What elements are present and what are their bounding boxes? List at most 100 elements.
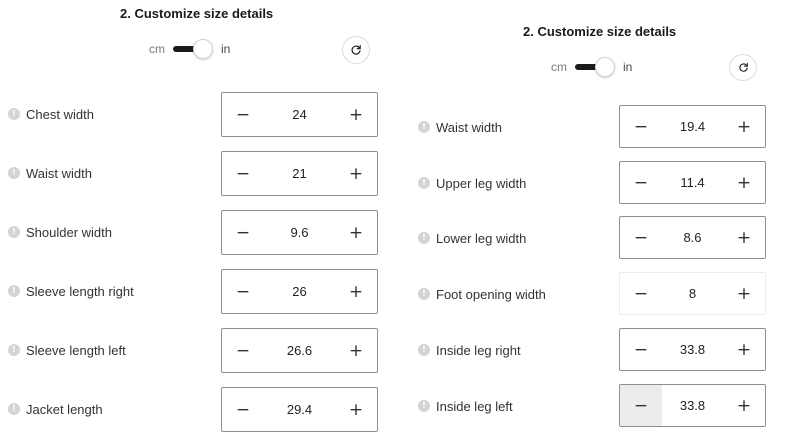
unit-in-label: in (221, 42, 231, 56)
field-label: Foot opening width (436, 287, 546, 302)
field-label: Upper leg width (436, 176, 527, 191)
info-icon[interactable]: ! (8, 167, 20, 179)
field-row-jacket-length: ! Jacket length − 29.4 + (0, 387, 390, 432)
decrement-button[interactable]: − (222, 152, 264, 195)
section-title: 2. Customize size details (523, 24, 677, 39)
decrement-button[interactable]: − (222, 329, 264, 372)
increment-button[interactable]: + (335, 152, 377, 195)
info-icon[interactable]: ! (418, 177, 430, 189)
switch-knob[interactable] (193, 39, 213, 59)
stepper-value[interactable]: 8.6 (662, 217, 723, 258)
decrement-button[interactable]: − (222, 270, 264, 313)
increment-button[interactable]: + (335, 211, 377, 254)
stepper-value[interactable]: 19.4 (662, 106, 723, 147)
decrement-button[interactable]: − (222, 388, 264, 431)
unit-toggle[interactable]: cm in (551, 57, 632, 77)
unit-switch[interactable] (575, 57, 615, 77)
stepper-value[interactable]: 8 (662, 273, 723, 314)
info-icon[interactable]: ! (8, 285, 20, 297)
increment-button[interactable]: + (335, 93, 377, 136)
stepper-value[interactable]: 33.8 (662, 329, 723, 370)
unit-cm-label: cm (149, 42, 165, 56)
stepper-value[interactable]: 26.6 (264, 329, 335, 372)
field-row-inside-leg-left: ! Inside leg left − 33.8 + (402, 384, 792, 427)
size-details-panel-trousers: 2. Customize size details cm in ! Waist … (402, 0, 792, 445)
stepper-upper-leg-width: − 11.4 + (619, 161, 766, 204)
field-row-chest-width: ! Chest width − 24 + (0, 92, 390, 137)
stepper-value[interactable]: 24 (264, 93, 335, 136)
decrement-button[interactable]: − (620, 273, 662, 314)
unit-switch[interactable] (173, 39, 213, 59)
stepper-waist-width: − 19.4 + (619, 105, 766, 148)
decrement-button[interactable]: − (620, 217, 662, 258)
field-label: Lower leg width (436, 231, 527, 246)
decrement-button[interactable]: − (222, 211, 264, 254)
stepper-value[interactable]: 33.8 (662, 385, 723, 426)
reset-button[interactable] (729, 54, 757, 81)
field-row-sleeve-length-right: ! Sleeve length right − 26 + (0, 269, 390, 314)
stepper-jacket-length: − 29.4 + (221, 387, 378, 432)
field-row-waist-width: ! Waist width − 19.4 + (402, 105, 792, 148)
field-label: Sleeve length left (26, 343, 126, 358)
field-row-upper-leg-width: ! Upper leg width − 11.4 + (402, 161, 792, 204)
info-icon[interactable]: ! (418, 288, 430, 300)
field-row-waist-width: ! Waist width − 21 + (0, 151, 390, 196)
stepper-sleeve-length-right: − 26 + (221, 269, 378, 314)
info-icon[interactable]: ! (8, 226, 20, 238)
info-icon[interactable]: ! (8, 108, 20, 120)
increment-button[interactable]: + (723, 329, 765, 370)
field-row-inside-leg-right: ! Inside leg right − 33.8 + (402, 328, 792, 371)
field-label: Waist width (26, 166, 92, 181)
reset-button[interactable] (342, 36, 370, 64)
size-details-panel-jacket: 2. Customize size details cm in ! Chest … (0, 0, 390, 445)
field-row-foot-opening-width: ! Foot opening width − 8 + (402, 272, 792, 315)
decrement-button[interactable]: − (222, 93, 264, 136)
field-row-lower-leg-width: ! Lower leg width − 8.6 + (402, 216, 792, 259)
increment-button[interactable]: + (723, 162, 765, 203)
info-icon[interactable]: ! (8, 403, 20, 415)
field-label: Sleeve length right (26, 284, 134, 299)
decrement-button[interactable]: − (620, 106, 662, 147)
stepper-value[interactable]: 11.4 (662, 162, 723, 203)
increment-button[interactable]: + (723, 217, 765, 258)
stepper-value[interactable]: 29.4 (264, 388, 335, 431)
stepper-inside-leg-right: − 33.8 + (619, 328, 766, 371)
section-title: 2. Customize size details (120, 6, 274, 21)
info-icon[interactable]: ! (418, 232, 430, 244)
stepper-waist-width: − 21 + (221, 151, 378, 196)
field-label: Waist width (436, 120, 502, 135)
increment-button[interactable]: + (335, 388, 377, 431)
info-icon[interactable]: ! (418, 344, 430, 356)
unit-cm-label: cm (551, 60, 567, 74)
stepper-shoulder-width: − 9.6 + (221, 210, 378, 255)
refresh-icon (738, 62, 748, 72)
stepper-inside-leg-left: − 33.8 + (619, 384, 766, 427)
stepper-foot-opening-width: − 8 + (619, 272, 766, 315)
increment-button[interactable]: + (723, 273, 765, 314)
decrement-button[interactable]: − (620, 329, 662, 370)
increment-button[interactable]: + (723, 385, 765, 426)
info-icon[interactable]: ! (8, 344, 20, 356)
stepper-value[interactable]: 21 (264, 152, 335, 195)
decrement-button[interactable]: − (620, 162, 662, 203)
info-icon[interactable]: ! (418, 121, 430, 133)
stepper-sleeve-length-left: − 26.6 + (221, 328, 378, 373)
field-label: Inside leg left (436, 399, 513, 414)
stepper-chest-width: − 24 + (221, 92, 378, 137)
info-icon[interactable]: ! (418, 400, 430, 412)
stepper-value[interactable]: 26 (264, 270, 335, 313)
field-label: Chest width (26, 107, 94, 122)
field-label: Shoulder width (26, 225, 112, 240)
field-label: Inside leg right (436, 343, 521, 358)
field-row-shoulder-width: ! Shoulder width − 9.6 + (0, 210, 390, 255)
refresh-icon (351, 45, 361, 55)
increment-button[interactable]: + (335, 329, 377, 372)
field-label: Jacket length (26, 402, 103, 417)
unit-toggle[interactable]: cm in (149, 39, 230, 59)
increment-button[interactable]: + (335, 270, 377, 313)
increment-button[interactable]: + (723, 106, 765, 147)
stepper-value[interactable]: 9.6 (264, 211, 335, 254)
switch-knob[interactable] (595, 57, 615, 77)
decrement-button[interactable]: − (620, 385, 662, 426)
stepper-lower-leg-width: − 8.6 + (619, 216, 766, 259)
